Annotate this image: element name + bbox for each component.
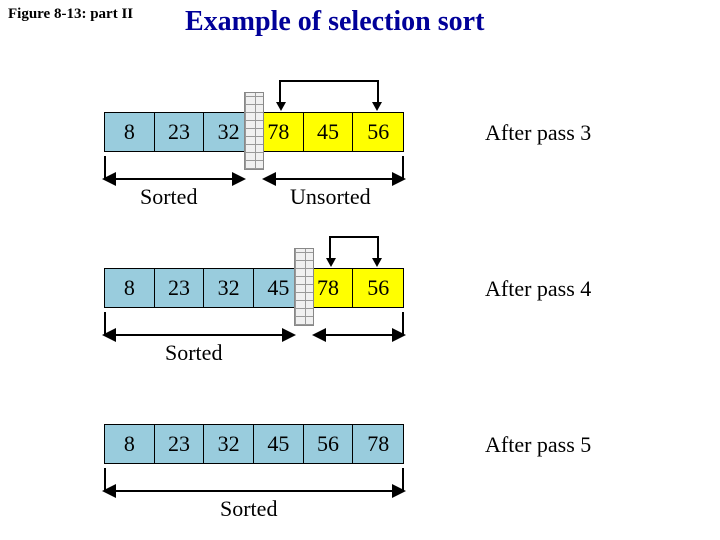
- cell: 32: [204, 269, 254, 307]
- cell: 23: [155, 425, 205, 463]
- wall-divider: [244, 92, 264, 170]
- cell: 8: [105, 425, 155, 463]
- cell: 78: [353, 425, 403, 463]
- figure-label: Figure 8-13: part II: [8, 6, 133, 23]
- array-cells: 8 23 32 45 78 56: [104, 268, 404, 308]
- cell: 56: [353, 113, 403, 151]
- unsorted-label: Unsorted: [290, 184, 371, 210]
- array-cells: 8 23 32 45 56 78: [104, 424, 404, 464]
- sorted-range: [104, 334, 294, 336]
- cell: 32: [204, 425, 254, 463]
- cell: 56: [353, 269, 403, 307]
- sorted-label: Sorted: [165, 340, 222, 366]
- page-title: Example of selection sort: [185, 6, 484, 38]
- cell: 23: [155, 113, 205, 151]
- cell: 56: [304, 425, 354, 463]
- sorted-label: Sorted: [220, 496, 277, 522]
- sorted-label: Sorted: [140, 184, 197, 210]
- pass-block: 8 23 32 45 56 78: [104, 424, 404, 464]
- swap-indicator: [279, 80, 379, 102]
- unsorted-range: [264, 178, 404, 180]
- wall-divider: [294, 248, 314, 326]
- unsorted-range: [314, 334, 404, 336]
- sorted-range: [104, 178, 244, 180]
- range-tick: [402, 156, 404, 178]
- sorted-range: [104, 490, 404, 492]
- swap-indicator: [329, 236, 379, 258]
- cell: 23: [155, 269, 205, 307]
- range-tick: [402, 468, 404, 490]
- range-tick: [402, 312, 404, 334]
- cell: 45: [254, 425, 304, 463]
- cell: 8: [105, 269, 155, 307]
- pass-block: 8 23 32 45 78 56: [104, 268, 404, 308]
- pass-caption: After pass 3: [485, 120, 591, 146]
- pass-caption: After pass 5: [485, 432, 591, 458]
- pass-caption: After pass 4: [485, 276, 591, 302]
- cell: 45: [304, 113, 354, 151]
- cell: 8: [105, 113, 155, 151]
